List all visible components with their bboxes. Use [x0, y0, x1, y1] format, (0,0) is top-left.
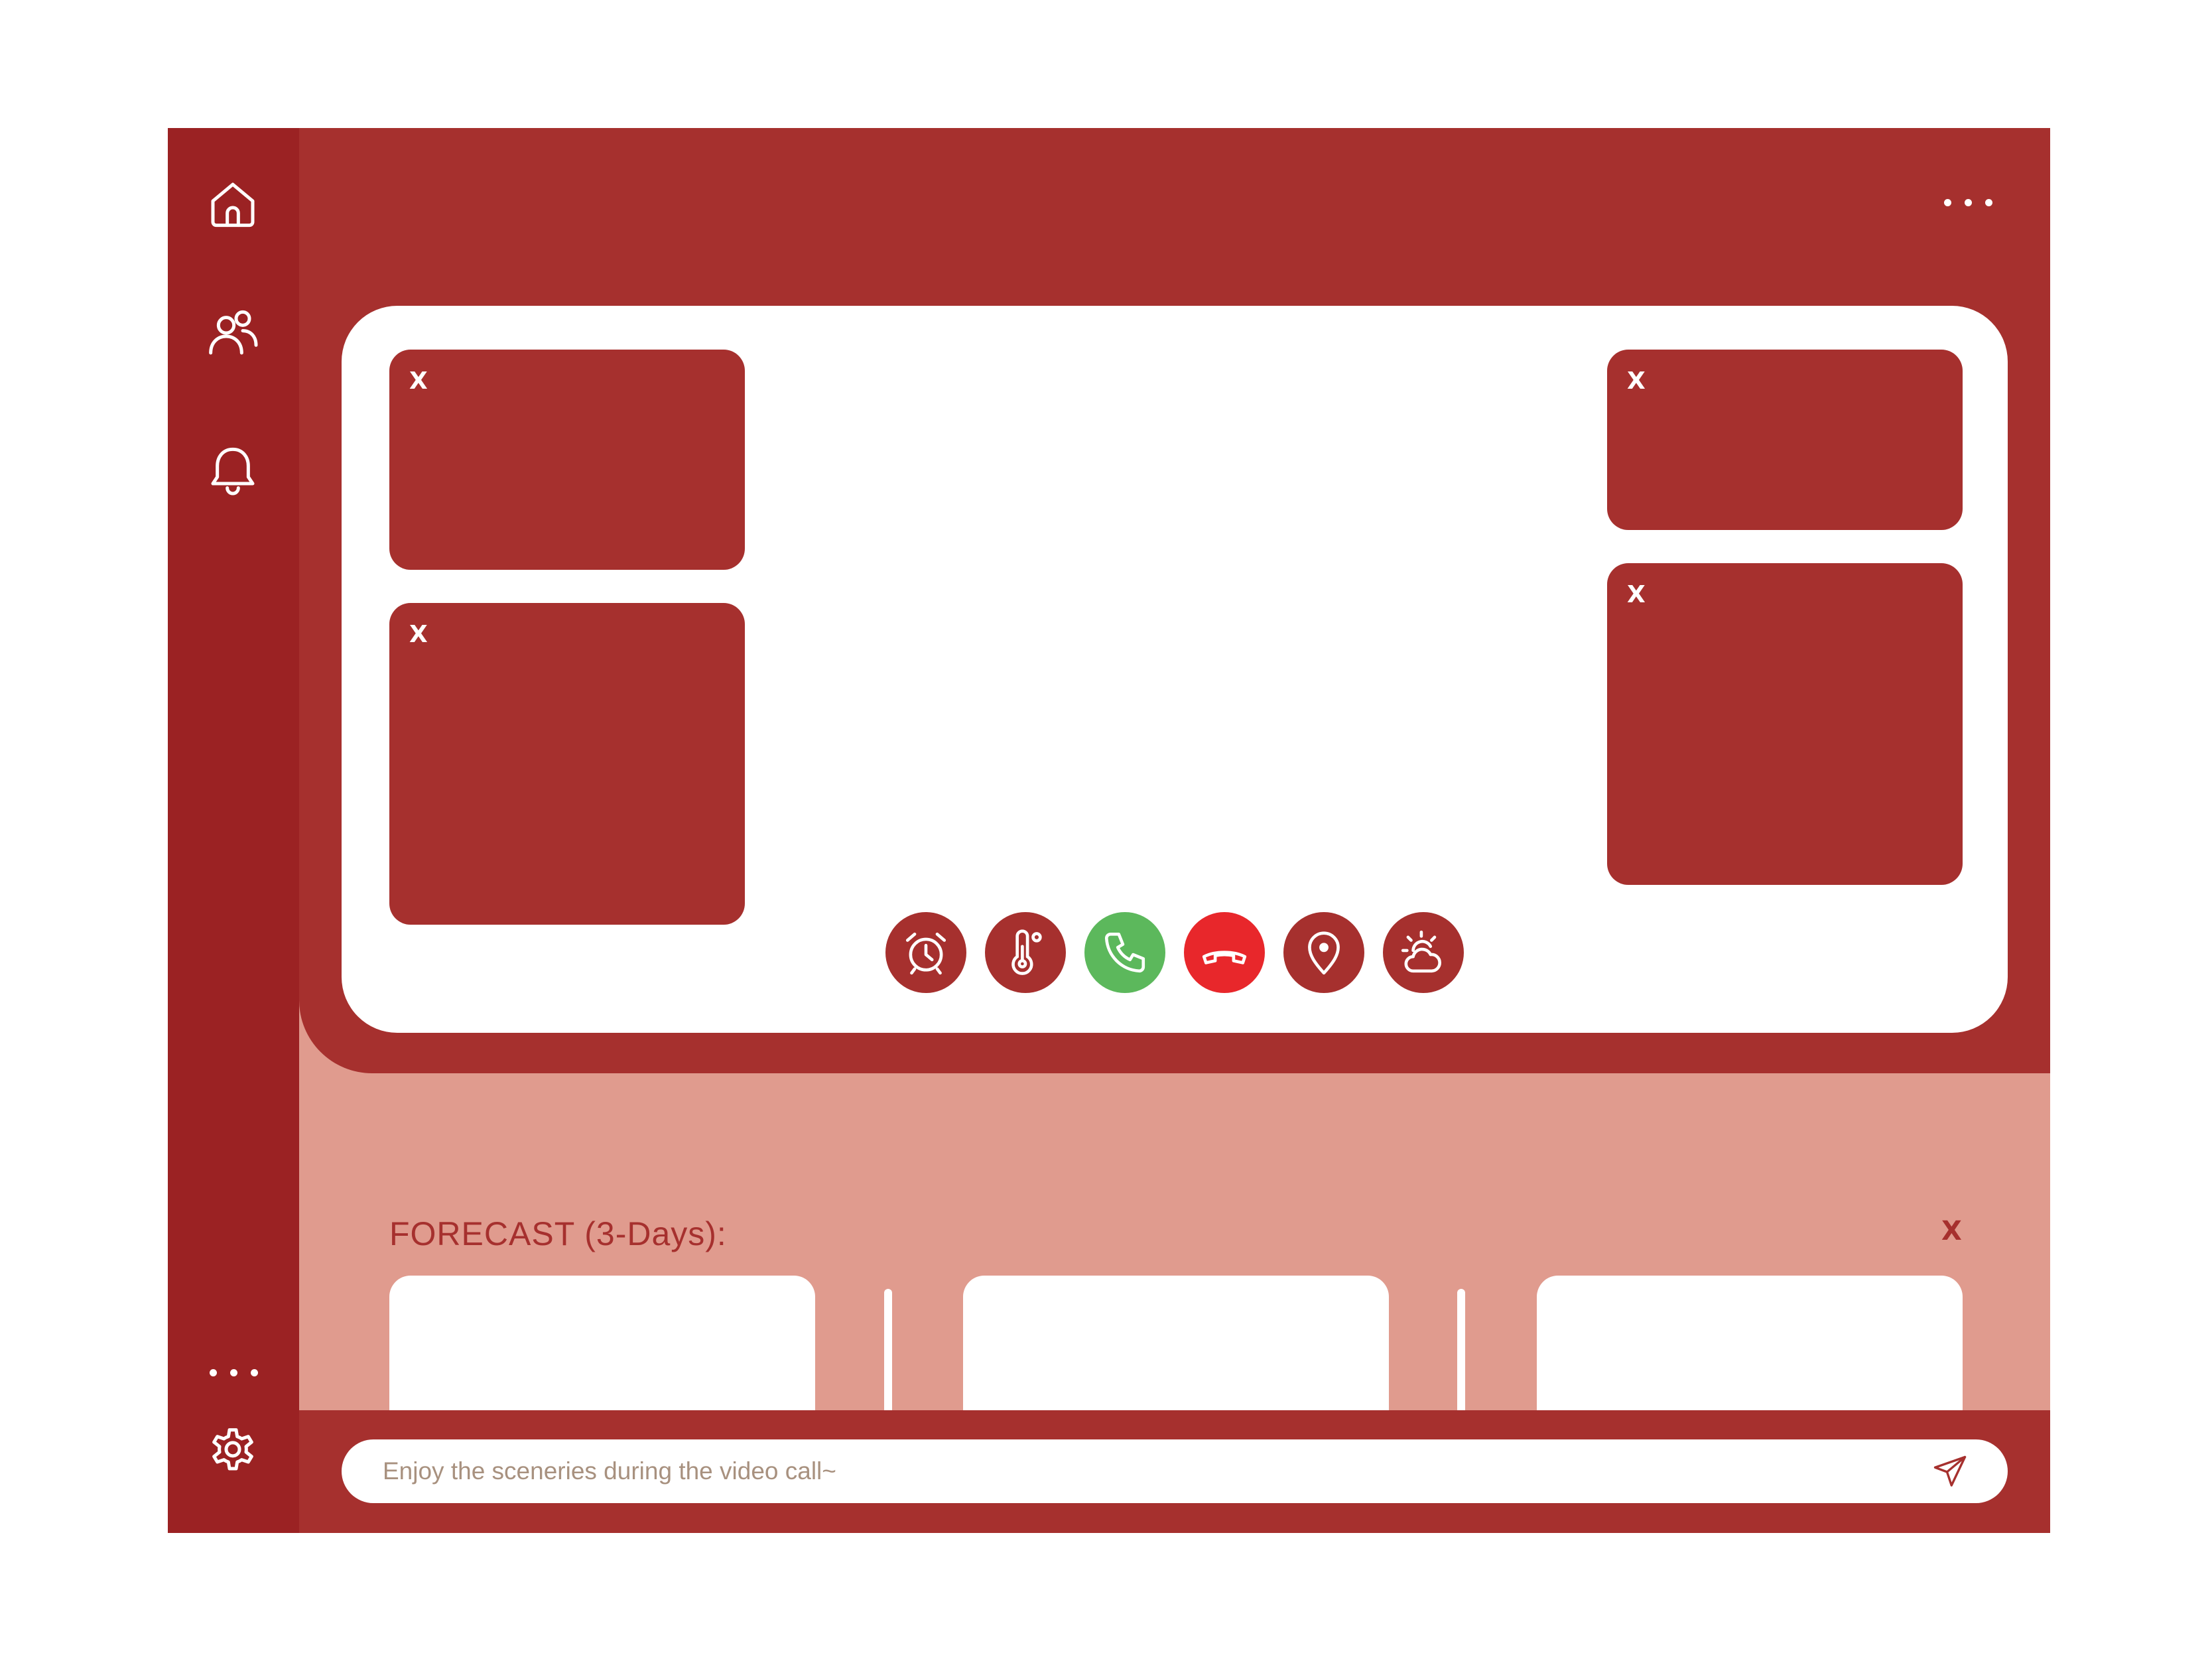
- more-icon[interactable]: [210, 1369, 258, 1376]
- people-icon[interactable]: [204, 304, 261, 362]
- close-icon[interactable]: X: [409, 623, 428, 647]
- send-icon[interactable]: [1932, 1454, 1968, 1490]
- close-icon[interactable]: X: [1627, 369, 1646, 393]
- video-call-panel: X X X X: [299, 128, 2050, 1073]
- alarm-clock-icon[interactable]: [885, 912, 966, 993]
- main-video-stage: X X X X: [342, 306, 2008, 1033]
- close-icon[interactable]: X: [409, 369, 428, 393]
- thermometer-icon[interactable]: [985, 912, 1066, 993]
- app-window: FORECAST (3-Days): X X X X X: [168, 128, 2050, 1533]
- chat-bar: [299, 1410, 2050, 1533]
- chat-input-container: [342, 1439, 2008, 1503]
- gear-icon[interactable]: [204, 1420, 261, 1477]
- sidebar: [168, 128, 299, 1533]
- home-icon[interactable]: [204, 176, 261, 233]
- participant-video-tile[interactable]: X: [389, 350, 745, 570]
- participant-video-tile[interactable]: X: [1607, 350, 1963, 530]
- phone-accept-icon[interactable]: [1084, 912, 1165, 993]
- weather-sun-cloud-icon[interactable]: [1383, 912, 1464, 993]
- location-pin-icon[interactable]: [1283, 912, 1364, 993]
- chat-input[interactable]: [381, 1457, 1910, 1486]
- participant-video-tile[interactable]: X: [1607, 563, 1963, 885]
- bell-icon[interactable]: [204, 442, 261, 499]
- close-icon[interactable]: X: [1627, 583, 1646, 607]
- more-horizontal-icon[interactable]: [1944, 199, 1992, 206]
- forecast-close-button[interactable]: X: [1941, 1216, 1962, 1246]
- participant-video-tile[interactable]: X: [389, 603, 745, 925]
- phone-hangup-icon[interactable]: [1184, 912, 1265, 993]
- forecast-title: FORECAST (3-Days):: [389, 1215, 727, 1252]
